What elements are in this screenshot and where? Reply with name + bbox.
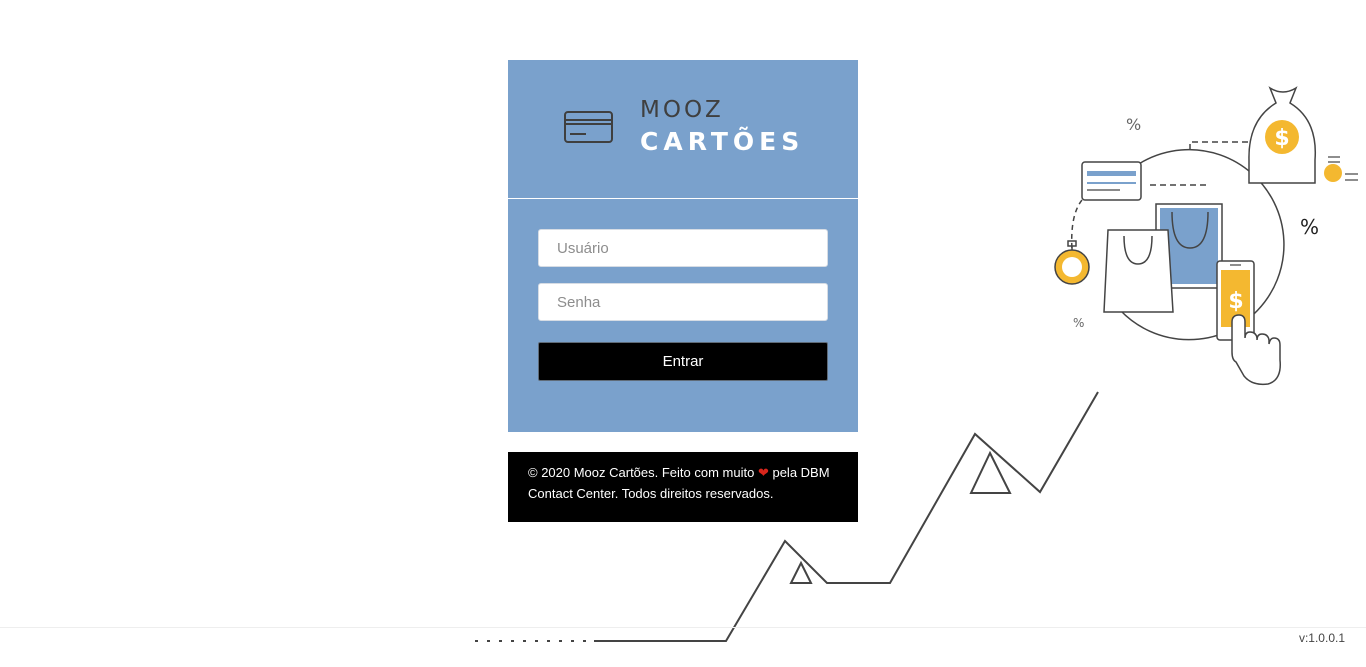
heart-icon: ❤ (757, 465, 769, 480)
hand-icon (1231, 314, 1281, 386)
credit-card-icon (564, 111, 613, 143)
coin-icon (1324, 156, 1358, 182)
login-button[interactable]: Entrar (538, 342, 828, 381)
brand-name-top: MOOZ (640, 97, 724, 123)
shopping-bag-icon (1103, 229, 1174, 313)
small-triangle (789, 560, 813, 584)
money-bag-icon: $ (1248, 86, 1317, 184)
svg-text:%: % (1073, 316, 1084, 330)
svg-text:%: % (1126, 115, 1141, 134)
username-input[interactable] (538, 229, 828, 267)
svg-text:%: % (1300, 215, 1319, 239)
svg-text:$: $ (1228, 289, 1243, 314)
login-page: $ $ % % % MOOZ CARTÕES Usuário Entrar © … (0, 0, 1366, 667)
password-input[interactable] (538, 283, 828, 321)
brand-name-bottom: CARTÕES (640, 127, 805, 156)
version-label: v:1.0.0.1 (1298, 631, 1345, 645)
stopwatch-icon (1054, 240, 1090, 285)
credit-card-icon (1081, 161, 1142, 201)
bottom-divider (0, 627, 1366, 628)
svg-text:$: $ (1274, 126, 1289, 151)
footer-text-start: © 2020 Mooz Cartões. Feito com muito (528, 465, 758, 480)
footer-note: © 2020 Mooz Cartões. Feito com muito ❤ p… (508, 452, 858, 522)
